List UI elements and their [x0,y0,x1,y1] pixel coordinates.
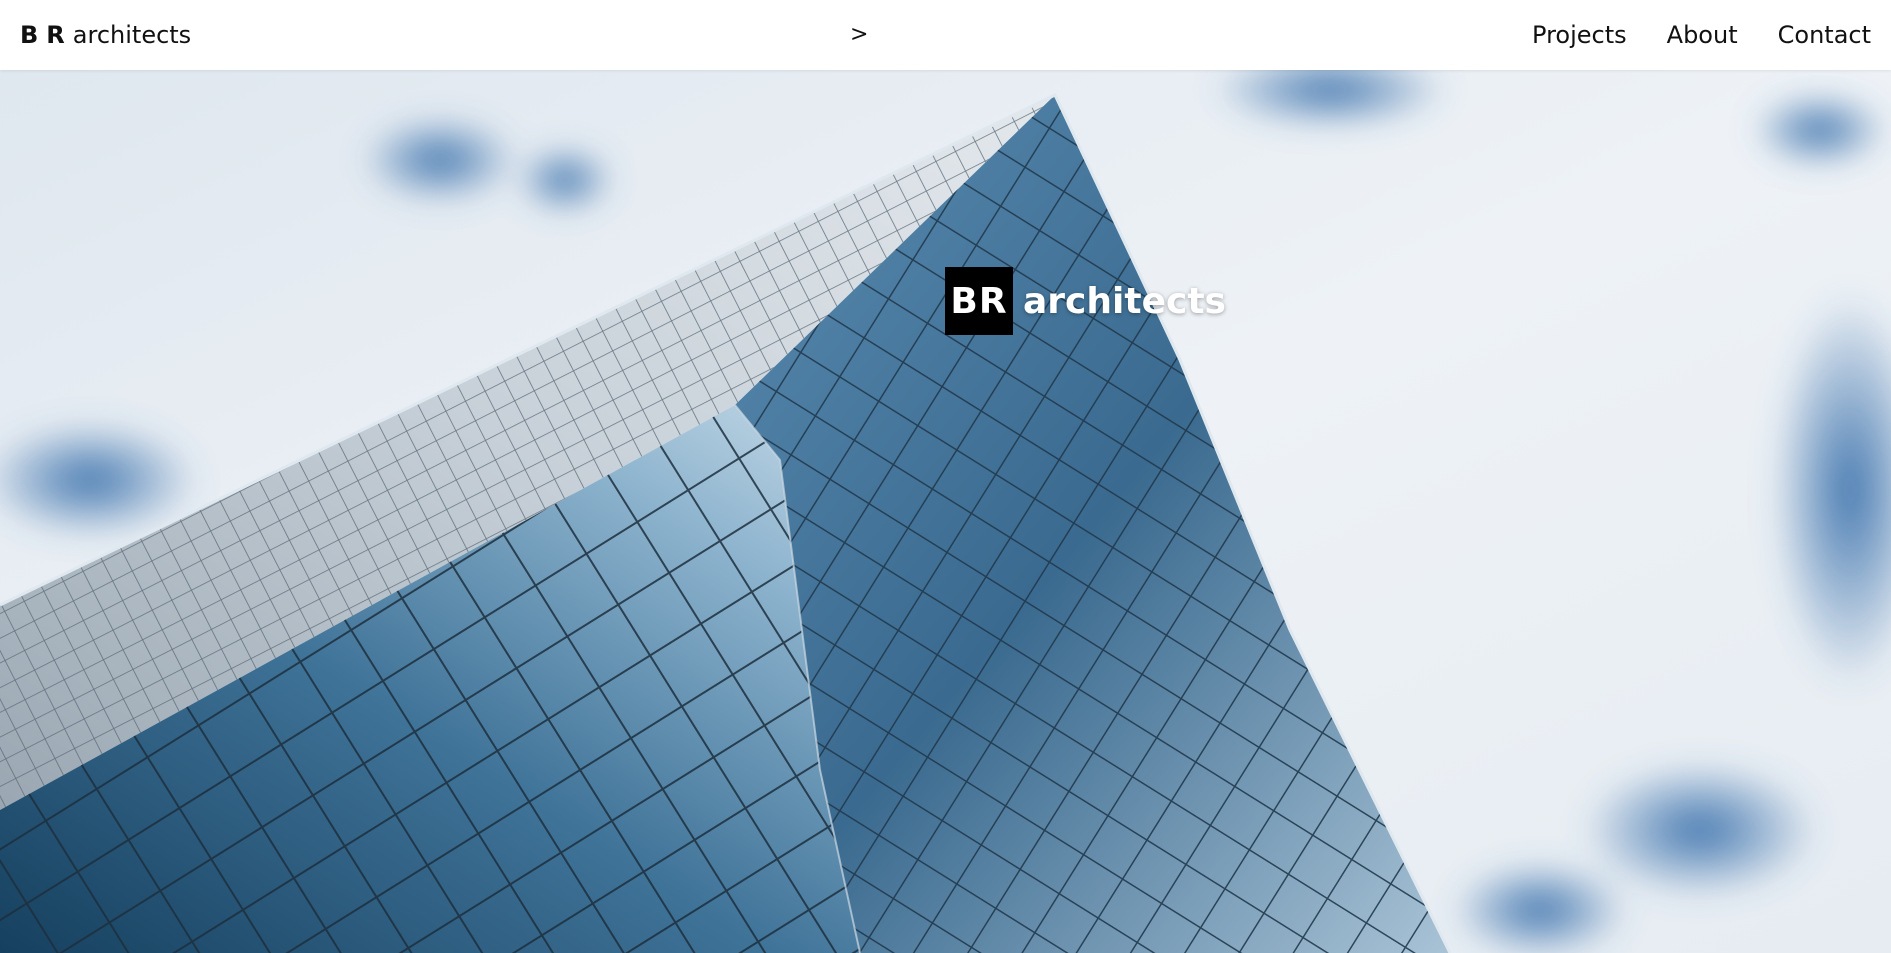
hero-banner: BR architects [0,70,1891,953]
hero-logo-word: architects [1023,280,1226,322]
top-nav-bar: B Rarchitects > Projects About Contact [0,0,1891,70]
nav-link-about[interactable]: About [1667,21,1738,49]
brand-word: architects [72,21,192,49]
hero-logo-box: BR [945,267,1013,335]
hero-logo: BR architects [945,267,1226,335]
chevron-right-icon[interactable]: > [850,0,868,70]
brand-logo-link[interactable]: B Rarchitects [20,0,191,70]
nav-link-contact[interactable]: Contact [1778,21,1871,49]
main-nav: Projects About Contact [1532,0,1871,70]
nav-link-projects[interactable]: Projects [1532,21,1627,49]
hero-building-image [0,70,1891,953]
brand-initial-b: B [20,21,39,49]
brand-initial-r: R [46,21,65,49]
